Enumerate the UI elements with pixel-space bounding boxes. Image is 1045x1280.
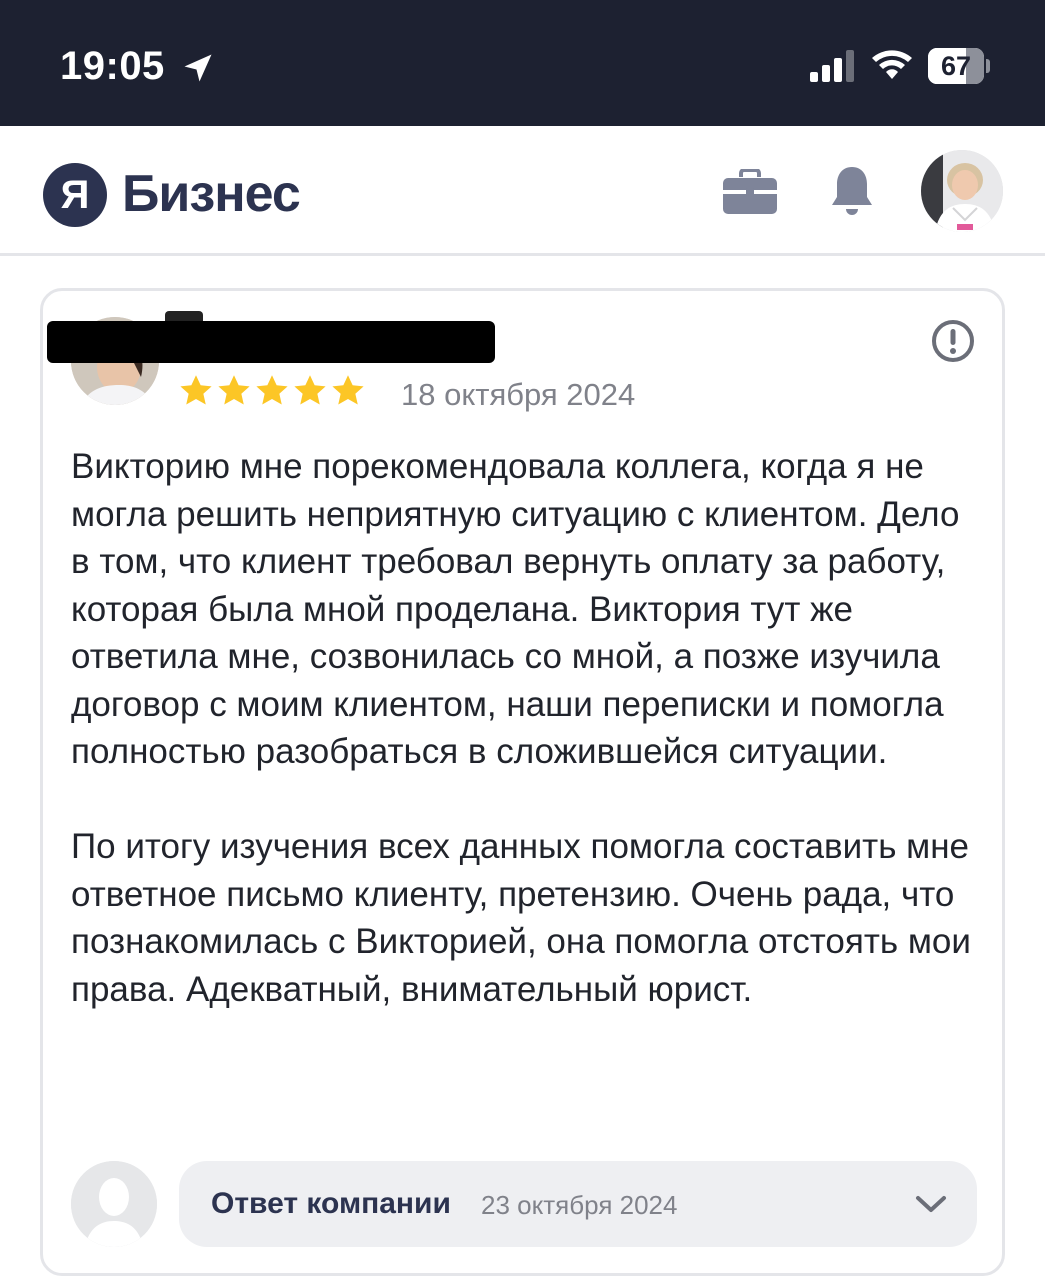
location-arrow-icon xyxy=(184,54,212,82)
logo-text[interactable]: Бизнес xyxy=(122,164,301,224)
signal-icon xyxy=(810,50,854,82)
bell-icon[interactable] xyxy=(828,164,876,218)
star-icon xyxy=(332,375,364,405)
yandex-logo-icon[interactable]: Я xyxy=(43,163,107,227)
star-icon xyxy=(180,375,212,405)
exclamation-circle-icon[interactable] xyxy=(931,319,975,363)
review-paragraph-1: Викторию мне порекомендовала коллега, ко… xyxy=(71,447,960,771)
battery-percent: 67 xyxy=(940,51,972,81)
reviewer-name-redacted xyxy=(47,321,495,363)
briefcase-icon[interactable] xyxy=(722,169,778,215)
battery-body: 67 xyxy=(928,48,984,84)
app-header: Я Бизнес xyxy=(0,126,1045,256)
star-icon xyxy=(294,375,326,405)
battery-icon: 67 xyxy=(928,48,990,84)
user-avatar[interactable] xyxy=(921,150,1003,232)
review-card: 18 октября 2024 Викторию мне порекомендо… xyxy=(40,288,1005,1276)
status-time: 19:05 xyxy=(60,44,165,88)
company-reply-toggle[interactable]: Ответ компании 23 октября 2024 xyxy=(179,1161,977,1247)
review-text: Викторию мне порекомендовала коллега, ко… xyxy=(71,443,981,1013)
company-avatar xyxy=(71,1161,157,1247)
star-icon xyxy=(256,375,288,405)
battery-tip xyxy=(986,59,990,73)
star-icon xyxy=(218,375,250,405)
rating-stars xyxy=(178,373,366,413)
review-paragraph-2: По итогу изучения всех данных помогла со… xyxy=(71,827,971,1009)
company-avatar-placeholder-icon xyxy=(71,1161,157,1247)
company-reply-date: 23 октября 2024 xyxy=(481,1190,678,1220)
user-avatar-image xyxy=(921,150,1003,232)
review-date: 18 октября 2024 xyxy=(401,377,636,412)
company-reply-label: Ответ компании xyxy=(211,1187,451,1220)
wifi-icon xyxy=(872,50,912,79)
chevron-down-icon[interactable] xyxy=(915,1191,947,1217)
status-bar: 19:05 67 xyxy=(0,0,1045,126)
